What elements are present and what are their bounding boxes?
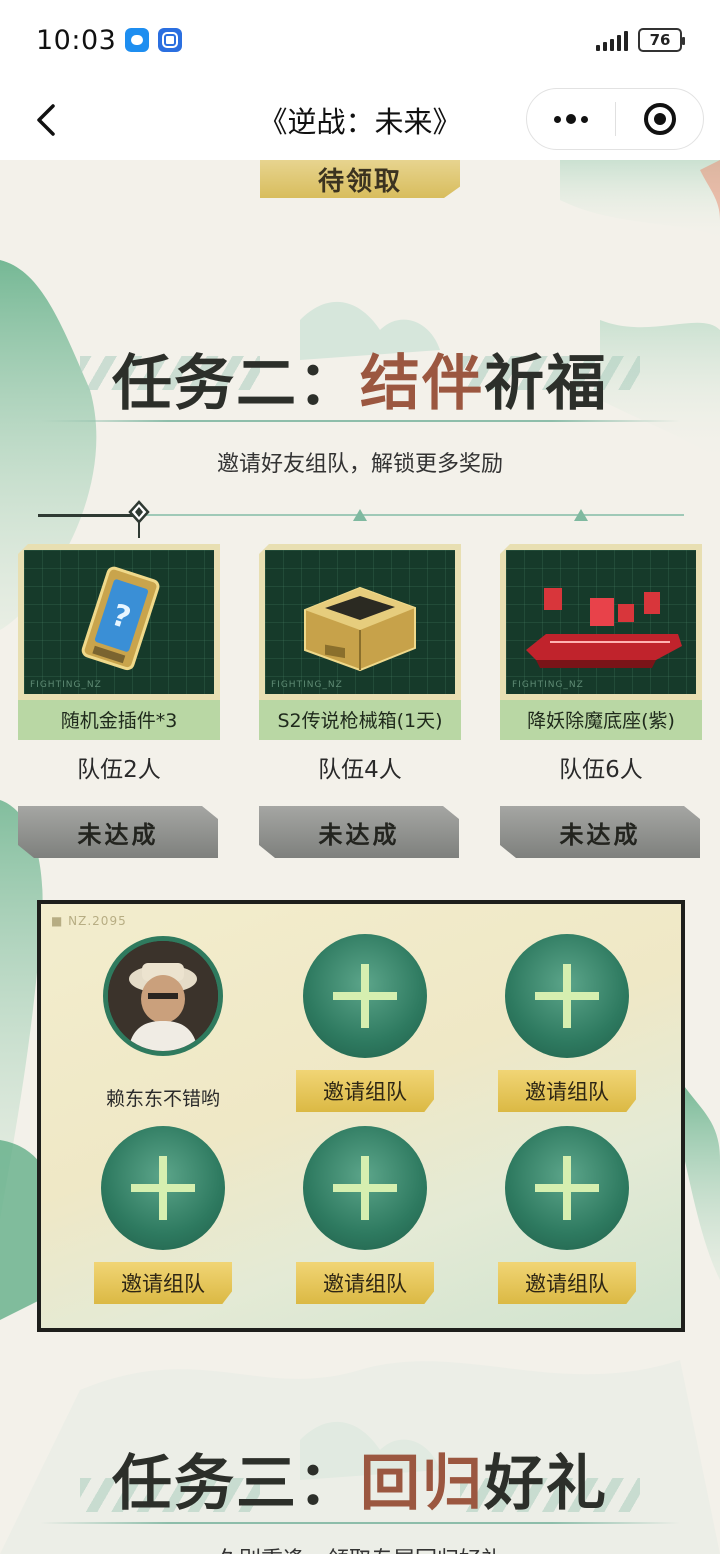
reward-card: FIGHTING_NZ S2传说枪械箱(1天) 队伍4人 未达成 [259, 544, 461, 858]
team-slot-member: 赖东东不错哟 [83, 936, 243, 1111]
member-name: 赖东东不错哟 [105, 1088, 220, 1110]
activity-content: 待领取 任务二：结伴祈福 邀请好友组队，解锁更多奖励 ? FIGHTING_NZ… [0, 160, 720, 1554]
back-button[interactable] [24, 98, 68, 142]
reward-requirement: 队伍4人 [318, 757, 402, 783]
invite-team-button[interactable]: 邀请组队 [296, 1262, 434, 1304]
reward-status-button[interactable]: 未达成 [18, 806, 218, 858]
status-bar: 10:03 76 [0, 0, 720, 80]
reward-card: FIGHTING_NZ 降妖除魔底座(紫) 队伍6人 未达成 [500, 544, 702, 858]
task3-title-prefix: 任务三： [112, 1449, 360, 1519]
task2-subtitle: 邀请好友组队，解锁更多奖励 [216, 452, 503, 477]
plus-icon[interactable] [303, 934, 427, 1058]
status-time: 10:03 [36, 24, 117, 56]
invite-team-button[interactable]: 邀请组队 [498, 1070, 636, 1112]
invite-team-button[interactable]: 邀请组队 [296, 1070, 434, 1112]
weapon-box-icon [304, 586, 416, 672]
progress-node-active-icon [128, 500, 150, 538]
reward-status-button[interactable]: 未达成 [500, 806, 700, 858]
back-arrow-icon [37, 104, 55, 136]
status-right: 76 [596, 28, 685, 52]
reward-name: 降妖除魔底座(紫) [500, 698, 702, 740]
invite-team-button[interactable]: 邀请组队 [94, 1262, 232, 1304]
plus-icon[interactable] [505, 934, 629, 1058]
title-underline [40, 1522, 680, 1524]
reward-card: ? FIGHTING_NZ 随机金插件*3 队伍2人 未达成 [18, 544, 220, 858]
reward-watermark: FIGHTING_NZ [271, 680, 343, 690]
reward-name: 随机金插件*3 [18, 698, 220, 740]
plus-icon[interactable] [303, 1126, 427, 1250]
invite-team-button[interactable]: 邀请组队 [498, 1262, 636, 1304]
team-slot-empty: 邀请组队 [285, 934, 445, 1112]
team-slot-empty: 邀请组队 [487, 1126, 647, 1304]
reward-requirement: 队伍6人 [559, 757, 643, 783]
capsule-menu [526, 88, 704, 150]
battery-icon: 76 [638, 28, 685, 52]
task3-subtitle: 久别重逢，领取专属回归好礼 [0, 1542, 720, 1554]
reward-image: FIGHTING_NZ [506, 550, 696, 694]
team-slot-empty: 邀请组队 [83, 1126, 243, 1304]
task2-title: 任务二：结伴祈福 [0, 335, 720, 422]
reward-requirement: 队伍2人 [77, 757, 161, 783]
task3-title-highlight: 回归 [360, 1449, 484, 1519]
task2-title-suffix: 祈福 [484, 349, 608, 419]
team-slot-empty: 邀请组队 [487, 934, 647, 1112]
claim-button[interactable]: 待领取 [260, 160, 460, 198]
reward-image: FIGHTING_NZ [265, 550, 455, 694]
page: 10:03 76 《逆战：未来》 待领取 任务二：结伴祈福 邀请好友组队，解锁更… [0, 0, 720, 1554]
close-target-icon [643, 103, 676, 135]
reward-name: S2传说枪械箱(1天) [259, 698, 461, 740]
reward-image: ? FIGHTING_NZ [24, 550, 214, 694]
close-button[interactable] [616, 89, 703, 149]
team-progress-line [38, 500, 684, 538]
task2-title-prefix: 任务二： [112, 349, 360, 419]
battery-level: 76 [649, 31, 671, 49]
app-notification-icon [158, 28, 183, 52]
avatar[interactable] [103, 936, 223, 1056]
reward-watermark: FIGHTING_NZ [30, 680, 102, 690]
pedestal-icon [526, 588, 682, 668]
team-panel: ■ NZ.2095 赖东东不错哟 邀请组队 邀请组队 邀请组队 邀请组队 邀请组… [37, 900, 685, 1332]
task3-title: 任务三：回归好礼 [0, 1435, 720, 1522]
task2-title-highlight: 结伴 [360, 349, 484, 419]
reward-status-button[interactable]: 未达成 [259, 806, 459, 858]
progress-node-icon [353, 509, 367, 521]
plus-icon[interactable] [505, 1126, 629, 1250]
more-button[interactable] [527, 89, 615, 149]
progress-node-icon [574, 509, 588, 521]
nav-bar: 《逆战：未来》 [0, 80, 720, 160]
team-slot-empty: 邀请组队 [285, 1126, 445, 1304]
nav-title: 《逆战：未来》 [258, 105, 462, 139]
reward-watermark: FIGHTING_NZ [512, 680, 584, 690]
signal-icon [596, 29, 628, 51]
question-card-icon: ? [81, 566, 160, 671]
task3-title-suffix: 好礼 [484, 1449, 608, 1519]
message-notification-icon [125, 28, 150, 52]
panel-tag: ■ NZ.2095 [51, 914, 127, 928]
plus-icon[interactable] [101, 1126, 225, 1250]
